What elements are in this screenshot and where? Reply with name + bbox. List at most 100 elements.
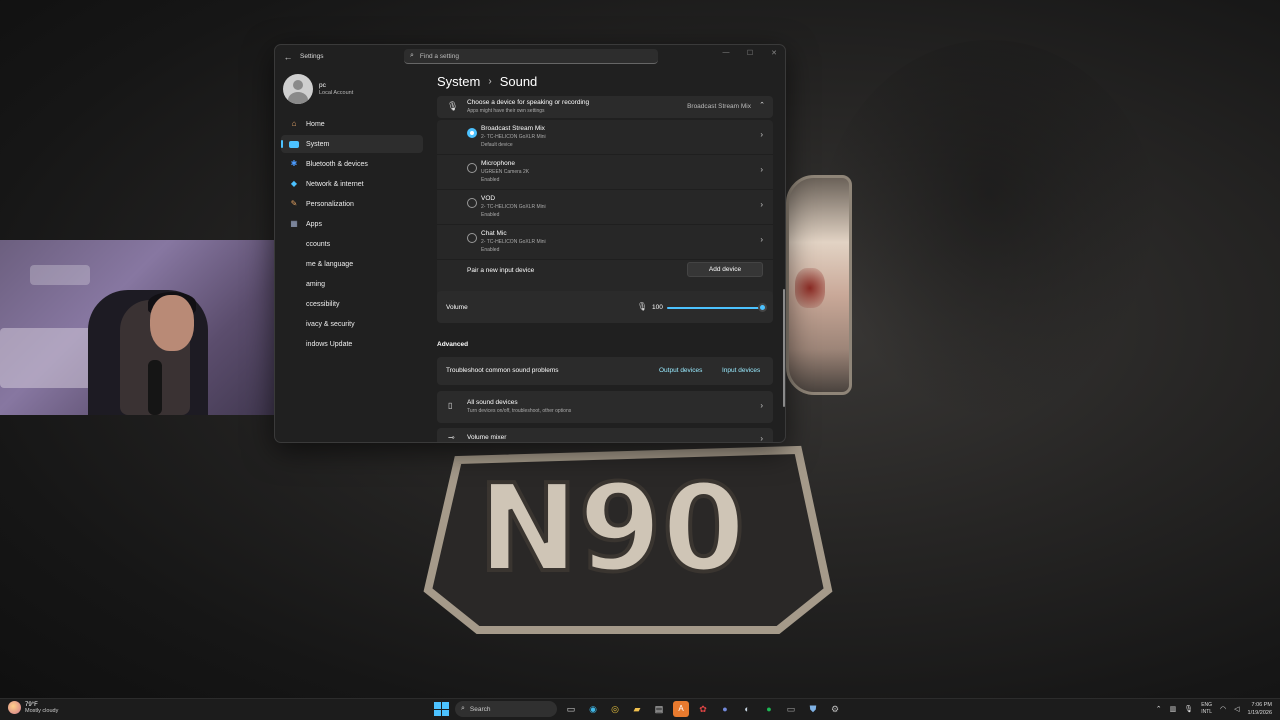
chrome-icon[interactable]: ◎ bbox=[607, 701, 623, 717]
profile[interactable]: pc Local Account bbox=[283, 74, 353, 104]
sidebar-item-label: ccounts bbox=[306, 240, 331, 248]
sidebar-item-label: me & language bbox=[306, 260, 354, 268]
radio-unselected[interactable] bbox=[467, 198, 477, 208]
output-devices-link[interactable]: Output devices bbox=[659, 367, 702, 374]
back-arrow-icon[interactable]: ← bbox=[281, 50, 295, 64]
desktop: N90 ← Settings ⌕ — ☐ ✕ bbox=[0, 0, 1280, 698]
chevron-right-icon[interactable]: › bbox=[760, 165, 763, 174]
add-device-button[interactable]: Add device bbox=[687, 262, 763, 277]
shield-app-icon[interactable]: ⛊ bbox=[805, 701, 821, 717]
taskbar-search[interactable]: ⌕ Search bbox=[455, 701, 557, 717]
wallpaper-n90-logo: N90 bbox=[418, 420, 838, 640]
accessibility-icon bbox=[289, 299, 299, 309]
minimize-button[interactable]: — bbox=[721, 49, 731, 57]
device-status: Default device bbox=[481, 142, 513, 148]
device-status: Enabled bbox=[481, 247, 500, 253]
terminal-icon[interactable]: ▭ bbox=[783, 701, 799, 717]
settings-window: ← Settings ⌕ — ☐ ✕ pc Local Account ⌂H bbox=[274, 44, 786, 443]
input-device-selector[interactable]: 🎙 Choose a device for speaking or record… bbox=[437, 96, 773, 118]
start-button[interactable] bbox=[433, 701, 449, 717]
sidebar-item-system[interactable]: System bbox=[281, 135, 423, 153]
radio-unselected[interactable] bbox=[467, 163, 477, 173]
microphone-mute-icon[interactable]: 🎙 bbox=[637, 302, 647, 311]
all-sound-devices-row[interactable]: ▯ All sound devices Turn devices on/off,… bbox=[437, 391, 773, 423]
edge-icon[interactable]: ◉ bbox=[585, 701, 601, 717]
sidebar-item-bluetooth[interactable]: ✱ Bluetooth & devices bbox=[281, 155, 423, 173]
volume-slider[interactable] bbox=[667, 303, 767, 312]
device-row-broadcast-stream-mix[interactable]: Broadcast Stream Mix 2- TC-HELICON GoXLR… bbox=[437, 120, 773, 155]
chevron-right-icon: › bbox=[488, 76, 492, 87]
scrollbar[interactable] bbox=[783, 289, 785, 407]
app-a-icon[interactable]: A bbox=[673, 701, 689, 717]
wifi-icon[interactable]: ◠ bbox=[1220, 705, 1226, 713]
sidebar-item-time-language[interactable]: me & language bbox=[281, 255, 423, 273]
sidebar-item-accounts[interactable]: ccounts bbox=[281, 235, 423, 253]
network-icon[interactable]: ▥ bbox=[1170, 705, 1177, 713]
sidebar-item-apps[interactable]: ▦ Apps bbox=[281, 215, 423, 233]
maximize-button[interactable]: ☐ bbox=[745, 49, 755, 57]
settings-icon[interactable]: ⚙ bbox=[827, 701, 843, 717]
time-icon bbox=[289, 259, 299, 269]
device-model: 2- TC-HELICON GoXLR Mini bbox=[481, 134, 546, 140]
discord-icon[interactable]: ● bbox=[717, 701, 733, 717]
wifi-icon: ◆ bbox=[290, 179, 298, 188]
sidebar-item-label: aming bbox=[306, 280, 326, 288]
file-explorer-icon[interactable]: ▰ bbox=[629, 701, 645, 717]
chevron-right-icon[interactable]: › bbox=[760, 434, 763, 442]
sidebar-item-home[interactable]: ⌂ Home bbox=[281, 115, 423, 133]
volume-mixer-row[interactable]: ⊸ Volume mixer › bbox=[437, 428, 773, 442]
radio-selected[interactable] bbox=[467, 128, 477, 138]
chevron-up-icon[interactable]: ⌃ bbox=[759, 101, 765, 109]
profile-account-type: Local Account bbox=[319, 90, 354, 96]
radio-unselected[interactable] bbox=[467, 233, 477, 243]
microphone-icon[interactable]: 🎙 bbox=[1184, 705, 1193, 713]
sidebar-item-network[interactable]: ◆ Network & internet bbox=[281, 175, 423, 193]
device-row-vod[interactable]: VOD 2- TC-HELICON GoXLR Mini Enabled › bbox=[437, 190, 773, 225]
chevron-right-icon[interactable]: › bbox=[760, 401, 763, 410]
all-sound-devices-subtitle: Turn devices on/off, troubleshoot, other… bbox=[467, 408, 572, 414]
troubleshoot-label: Troubleshoot common sound problems bbox=[446, 367, 559, 374]
input-devices-link[interactable]: Input devices bbox=[722, 367, 760, 374]
breadcrumb: System › Sound bbox=[437, 74, 537, 89]
clock-date: 1/19/2026 bbox=[1247, 710, 1272, 716]
app-gear-icon[interactable]: ✿ bbox=[695, 701, 711, 717]
sidebar-item-windows-update[interactable]: indows Update bbox=[281, 335, 423, 353]
search-box[interactable]: ⌕ bbox=[404, 49, 658, 64]
bluetooth-icon: ✱ bbox=[290, 159, 298, 168]
profile-name: pc bbox=[319, 82, 326, 89]
close-button[interactable]: ✕ bbox=[769, 49, 779, 57]
steam-icon[interactable]: ◐ bbox=[739, 701, 755, 717]
device-row-chat-mic[interactable]: Chat Mic 2- TC-HELICON GoXLR Mini Enable… bbox=[437, 225, 773, 260]
shield-icon bbox=[289, 319, 299, 329]
weather-widget[interactable]: 79°F Mostly cloudy bbox=[8, 701, 58, 714]
advanced-heading: Advanced bbox=[437, 341, 469, 348]
device-row-microphone[interactable]: Microphone UGREEN Camera 2K Enabled › bbox=[437, 155, 773, 190]
all-sound-devices-title: All sound devices bbox=[467, 399, 518, 406]
search-input[interactable] bbox=[419, 52, 640, 60]
language-code: ENG bbox=[1201, 702, 1213, 708]
chevron-right-icon[interactable]: › bbox=[760, 200, 763, 209]
language-indicator[interactable]: ENG INTL bbox=[1201, 702, 1212, 716]
clock[interactable]: 7:06 PM 1/19/2026 bbox=[1248, 701, 1272, 717]
sidebar-item-accessibility[interactable]: ccessibility bbox=[281, 295, 423, 313]
speaker-icon[interactable]: ◁ bbox=[1234, 705, 1239, 713]
volume-slider-thumb[interactable] bbox=[758, 303, 767, 312]
sidebar-item-privacy[interactable]: ivacy & security bbox=[281, 315, 423, 333]
spotify-icon[interactable]: ● bbox=[761, 701, 777, 717]
sidebar-item-label: System bbox=[306, 140, 330, 148]
sidebar-item-personalization[interactable]: ✎ Personalization bbox=[281, 195, 423, 213]
breadcrumb-parent[interactable]: System bbox=[437, 74, 480, 89]
gaming-icon bbox=[289, 279, 299, 289]
calendar-icon[interactable]: ▤ bbox=[651, 701, 667, 717]
speaker-device-icon: ▯ bbox=[448, 401, 453, 410]
device-name: Chat Mic bbox=[481, 230, 507, 237]
sidebar-item-label: ivacy & security bbox=[306, 320, 355, 328]
device-model: 2- TC-HELICON GoXLR Mini bbox=[481, 204, 546, 210]
chevron-right-icon[interactable]: › bbox=[760, 235, 763, 244]
chevron-right-icon[interactable]: › bbox=[760, 130, 763, 139]
chevron-up-icon[interactable]: ⌃ bbox=[1156, 705, 1162, 713]
task-view-icon[interactable]: ▭ bbox=[563, 701, 579, 717]
device-name: Microphone bbox=[481, 160, 515, 167]
system-icon bbox=[289, 140, 299, 148]
sidebar-item-gaming[interactable]: aming bbox=[281, 275, 423, 293]
